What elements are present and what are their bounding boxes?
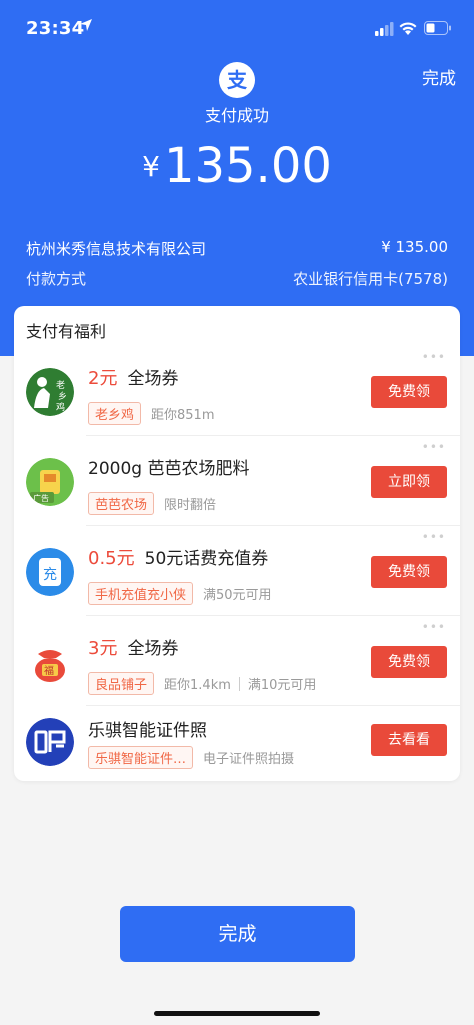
photo-id-icon: [26, 718, 74, 766]
coupon-value: 3元: [88, 638, 118, 659]
svg-text:乡: 乡: [58, 391, 67, 402]
alipay-logo: 支: [219, 62, 255, 98]
payment-amount: ¥135.00: [0, 138, 474, 194]
more-dots-icon[interactable]: •••: [422, 440, 446, 454]
payment-status-title: 支付成功: [204, 106, 269, 125]
more-dots-icon[interactable]: •••: [422, 350, 446, 364]
coupon-value: 2元: [88, 368, 118, 389]
coupon-title: 50元话费充值券: [144, 549, 269, 569]
more-dots-icon[interactable]: •••: [422, 530, 446, 544]
cellular-signal-icon: [375, 22, 394, 36]
merchant-name: 杭州米秀信息技术有限公司: [26, 240, 207, 258]
more-dots-icon[interactable]: •••: [422, 620, 446, 634]
svg-text:老: 老: [56, 379, 65, 391]
coupon-desc: 限时翻倍: [164, 498, 217, 513]
fertilizer-ad-icon: 广告: [26, 458, 74, 506]
merchant-tag: 良品铺子: [88, 672, 155, 695]
benefit-item[interactable]: 福 3元 全场券 良品铺子 距你1.4km 满10元可用 免费领 •••: [14, 616, 460, 706]
merchant-row: 杭州米秀信息技术有限公司 ¥ 135.00: [26, 238, 448, 259]
alipay-logo-glyph: 支: [227, 68, 247, 92]
coupon-distance: 距你1.4km: [164, 678, 231, 693]
svg-text:鸡: 鸡: [56, 401, 65, 413]
merchant-tag: 芭芭农场: [88, 492, 155, 515]
coupon-desc: 满50元可用: [203, 588, 272, 603]
svg-text:福: 福: [44, 664, 54, 677]
benefit-item[interactable]: 老 乡 鸡 2元 全场券 老乡鸡 距你851m 免费领 •••: [14, 346, 460, 436]
claim-free-button[interactable]: 免费领: [371, 376, 447, 408]
coupon-title: 2000g 芭芭农场肥料: [88, 459, 250, 479]
claim-free-button[interactable]: 免费领: [371, 556, 447, 588]
coupon-title: 全场券: [127, 639, 179, 659]
home-indicator[interactable]: [154, 1011, 320, 1016]
status-time: 23:34: [26, 18, 85, 39]
payment-method-label: 付款方式: [26, 270, 87, 288]
lucky-bag-icon: 福: [26, 638, 74, 686]
payment-method-value: 农业银行信用卡(7578): [293, 270, 448, 288]
claim-free-button[interactable]: 免费领: [371, 646, 447, 678]
merchant-tag: 乐骐智能证件…: [88, 746, 194, 769]
currency-symbol: ¥: [142, 149, 160, 183]
merchant-tag: 老乡鸡: [88, 402, 142, 425]
svg-text:充: 充: [43, 567, 57, 583]
claim-now-button[interactable]: 立即领: [371, 466, 447, 498]
merchant-amount: ¥ 135.00: [381, 238, 448, 256]
benefit-item[interactable]: 广告 2000g 芭芭农场肥料 芭芭农场 限时翻倍 立即领 •••: [14, 436, 460, 526]
coupon-value: 0.5元: [88, 548, 135, 569]
benefits-title: 支付有福利: [26, 322, 107, 341]
status-bar: 23:34: [0, 0, 474, 56]
laoxiangji-logo-icon: 老 乡 鸡: [26, 368, 74, 416]
coupon-title: 全场券: [127, 369, 179, 389]
done-button[interactable]: 完成: [120, 906, 355, 962]
coupon-desc: 距你851m: [151, 408, 215, 423]
svg-text:广告: 广告: [33, 493, 49, 503]
benefit-item[interactable]: 充 0.5元 50元话费充值券 手机充值充小侠 满50元可用 免费领 •••: [14, 526, 460, 616]
recharge-icon: 充: [26, 548, 74, 596]
divider: [238, 676, 240, 691]
merchant-tag: 手机充值充小侠: [88, 582, 194, 605]
payment-method-row: 付款方式 农业银行信用卡(7578): [26, 268, 448, 289]
header-done-button[interactable]: 完成: [422, 64, 456, 89]
coupon-condition: 满10元可用: [247, 678, 317, 693]
amount-value: 135.00: [163, 138, 332, 194]
view-button[interactable]: 去看看: [371, 724, 447, 756]
wifi-icon: [399, 22, 417, 35]
coupon-desc: 电子证件照拍摄: [203, 752, 295, 767]
location-arrow-icon: [80, 19, 92, 31]
benefit-item[interactable]: 乐骐智能证件照 乐骐智能证件… 电子证件照拍摄 去看看: [14, 706, 460, 781]
battery-icon: [424, 21, 451, 35]
coupon-title: 乐骐智能证件照: [88, 721, 207, 741]
benefits-card: 支付有福利 老 乡 鸡 2元全场券 老乡鸡 距你851m 免费领 ••• 广告: [14, 306, 460, 781]
